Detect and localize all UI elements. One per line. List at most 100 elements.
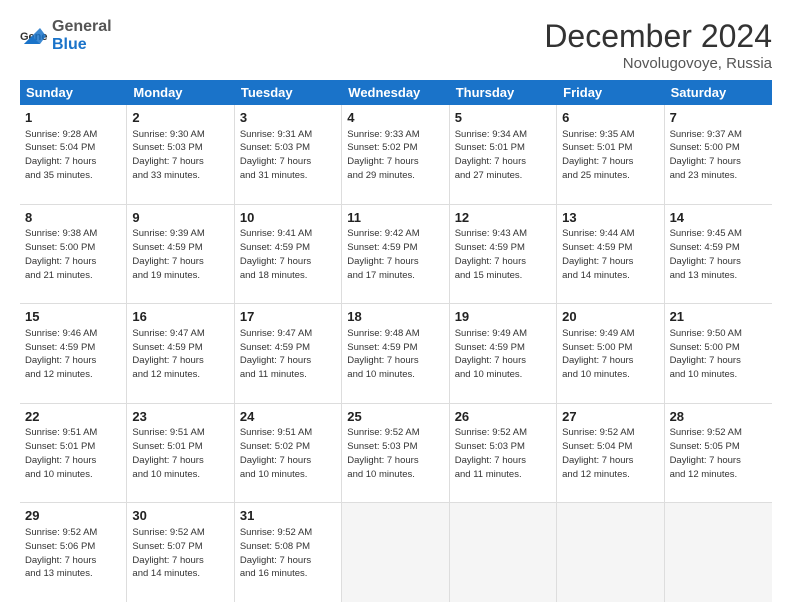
day-number: 26: [455, 408, 551, 426]
calendar-cell: 5 Sunrise: 9:34 AMSunset: 5:01 PMDaylight…: [450, 105, 557, 204]
cell-info: Sunrise: 9:41 AMSunset: 4:59 PMDaylight:…: [240, 228, 312, 280]
calendar-week-row: 8Sunrise: 9:38 AMSunset: 5:00 PMDaylight…: [20, 205, 772, 305]
calendar: SundayMondayTuesdayWednesdayThursdayFrid…: [20, 80, 772, 602]
calendar-day-header: Thursday: [450, 80, 557, 105]
day-number: 22: [25, 408, 121, 426]
calendar-cell: 4 Sunrise: 9:33 AMSunset: 5:02 PMDaylight…: [342, 105, 449, 204]
cell-info: Sunrise: 9:38 AMSunset: 5:00 PMDaylight:…: [25, 228, 97, 280]
calendar-cell: 10Sunrise: 9:41 AMSunset: 4:59 PMDayligh…: [235, 205, 342, 304]
cell-info: Sunrise: 9:46 AMSunset: 4:59 PMDaylight:…: [25, 328, 97, 380]
calendar-cell: 7 Sunrise: 9:37 AMSunset: 5:00 PMDaylight…: [665, 105, 772, 204]
calendar-cell: 18Sunrise: 9:48 AMSunset: 4:59 PMDayligh…: [342, 304, 449, 403]
cell-info: Sunrise: 9:34 AMSunset: 5:01 PMDaylight:…: [455, 129, 527, 181]
cell-info: Sunrise: 9:48 AMSunset: 4:59 PMDaylight:…: [347, 328, 419, 380]
day-number: 23: [132, 408, 228, 426]
calendar-day-header: Wednesday: [342, 80, 449, 105]
calendar-cell: 1Sunrise: 9:28 AMSunset: 5:04 PMDaylight…: [20, 105, 127, 204]
logo-icon: General: [20, 22, 48, 50]
calendar-cell: 6Sunrise: 9:35 AMSunset: 5:01 PMDaylight…: [557, 105, 664, 204]
calendar-cell: 13Sunrise: 9:44 AMSunset: 4:59 PMDayligh…: [557, 205, 664, 304]
calendar-cell: 25Sunrise: 9:52 AMSunset: 5:03 PMDayligh…: [342, 404, 449, 503]
calendar-cell: 9Sunrise: 9:39 AMSunset: 4:59 PMDaylight…: [127, 205, 234, 304]
day-number: 7: [670, 109, 767, 127]
cell-info: Sunrise: 9:33 AMSunset: 5:02 PMDaylight:…: [347, 129, 419, 181]
cell-info: Sunrise: 9:52 AMSunset: 5:05 PMDaylight:…: [670, 427, 742, 479]
day-number: 19: [455, 308, 551, 326]
day-number: 2: [132, 109, 228, 127]
calendar-cell: 24Sunrise: 9:51 AMSunset: 5:02 PMDayligh…: [235, 404, 342, 503]
cell-info: Sunrise: 9:45 AMSunset: 4:59 PMDaylight:…: [670, 228, 742, 280]
logo-text: General Blue: [52, 18, 112, 53]
cell-info: Sunrise: 9:31 AMSunset: 5:03 PMDaylight:…: [240, 129, 312, 181]
title-block: December 2024 Novolugovoye, Russia: [544, 18, 772, 72]
cell-info: Sunrise: 9:52 AMSunset: 5:07 PMDaylight:…: [132, 527, 204, 579]
cell-info: Sunrise: 9:49 AMSunset: 5:00 PMDaylight:…: [562, 328, 634, 380]
calendar-cell: 15 Sunrise: 9:46 AMSunset: 4:59 PMDayligh…: [20, 304, 127, 403]
logo: General General Blue: [20, 18, 112, 53]
day-number: 15: [25, 308, 121, 326]
calendar-week-row: 29 Sunrise: 9:52 AMSunset: 5:06 PMDayligh…: [20, 503, 772, 602]
day-number: 13: [562, 209, 658, 227]
day-number: 8: [25, 209, 121, 227]
day-number: 9: [132, 209, 228, 227]
cell-info: Sunrise: 9:44 AMSunset: 4:59 PMDaylight:…: [562, 228, 634, 280]
calendar-day-header: Friday: [557, 80, 664, 105]
calendar-day-header: Sunday: [20, 80, 127, 105]
calendar-cell: 22Sunrise: 9:51 AMSunset: 5:01 PMDayligh…: [20, 404, 127, 503]
header: General General Blue December 2024 Novol…: [20, 18, 772, 72]
day-number: 30: [132, 507, 228, 525]
calendar-cell: [665, 503, 772, 602]
calendar-cell: 29 Sunrise: 9:52 AMSunset: 5:06 PMDayligh…: [20, 503, 127, 602]
cell-info: Sunrise: 9:49 AMSunset: 4:59 PMDaylight:…: [455, 328, 527, 380]
calendar-day-header: Monday: [127, 80, 234, 105]
calendar-cell: 14Sunrise: 9:45 AMSunset: 4:59 PMDayligh…: [665, 205, 772, 304]
day-number: 1: [25, 109, 121, 127]
cell-info: Sunrise: 9:35 AMSunset: 5:01 PMDaylight:…: [562, 129, 634, 181]
day-number: 3: [240, 109, 336, 127]
day-number: 27: [562, 408, 658, 426]
calendar-body: 1Sunrise: 9:28 AMSunset: 5:04 PMDaylight…: [20, 105, 772, 602]
day-number: 12: [455, 209, 551, 227]
calendar-cell: [342, 503, 449, 602]
day-number: 5: [455, 109, 551, 127]
calendar-cell: 27Sunrise: 9:52 AMSunset: 5:04 PMDayligh…: [557, 404, 664, 503]
calendar-cell: 11Sunrise: 9:42 AMSunset: 4:59 PMDayligh…: [342, 205, 449, 304]
day-number: 29: [25, 507, 121, 525]
cell-info: Sunrise: 9:52 AMSunset: 5:04 PMDaylight:…: [562, 427, 634, 479]
cell-info: Sunrise: 9:52 AMSunset: 5:06 PMDaylight:…: [25, 527, 97, 579]
cell-info: Sunrise: 9:47 AMSunset: 4:59 PMDaylight:…: [132, 328, 204, 380]
cell-info: Sunrise: 9:30 AMSunset: 5:03 PMDaylight:…: [132, 129, 204, 181]
calendar-cell: 8Sunrise: 9:38 AMSunset: 5:00 PMDaylight…: [20, 205, 127, 304]
cell-info: Sunrise: 9:43 AMSunset: 4:59 PMDaylight:…: [455, 228, 527, 280]
day-number: 11: [347, 209, 443, 227]
calendar-cell: 30 Sunrise: 9:52 AMSunset: 5:07 PMDayligh…: [127, 503, 234, 602]
cell-info: Sunrise: 9:47 AMSunset: 4:59 PMDaylight:…: [240, 328, 312, 380]
day-number: 20: [562, 308, 658, 326]
calendar-cell: 12Sunrise: 9:43 AMSunset: 4:59 PMDayligh…: [450, 205, 557, 304]
day-number: 10: [240, 209, 336, 227]
cell-info: Sunrise: 9:37 AMSunset: 5:00 PMDaylight:…: [670, 129, 742, 181]
calendar-day-header: Tuesday: [235, 80, 342, 105]
location: Novolugovoye, Russia: [544, 55, 772, 72]
page: General General Blue December 2024 Novol…: [0, 0, 792, 612]
calendar-cell: 26Sunrise: 9:52 AMSunset: 5:03 PMDayligh…: [450, 404, 557, 503]
calendar-cell: 19 Sunrise: 9:49 AMSunset: 4:59 PMDayligh…: [450, 304, 557, 403]
calendar-day-header: Saturday: [665, 80, 772, 105]
calendar-cell: 28Sunrise: 9:52 AMSunset: 5:05 PMDayligh…: [665, 404, 772, 503]
calendar-cell: 3 Sunrise: 9:31 AMSunset: 5:03 PMDaylight…: [235, 105, 342, 204]
cell-info: Sunrise: 9:51 AMSunset: 5:02 PMDaylight:…: [240, 427, 312, 479]
cell-info: Sunrise: 9:52 AMSunset: 5:08 PMDaylight:…: [240, 527, 312, 579]
day-number: 28: [670, 408, 767, 426]
calendar-cell: 20 Sunrise: 9:49 AMSunset: 5:00 PMDayligh…: [557, 304, 664, 403]
cell-info: Sunrise: 9:51 AMSunset: 5:01 PMDaylight:…: [25, 427, 97, 479]
calendar-cell: 21Sunrise: 9:50 AMSunset: 5:00 PMDayligh…: [665, 304, 772, 403]
calendar-cell: [557, 503, 664, 602]
calendar-week-row: 22Sunrise: 9:51 AMSunset: 5:01 PMDayligh…: [20, 404, 772, 504]
calendar-cell: 2 Sunrise: 9:30 AMSunset: 5:03 PMDaylight…: [127, 105, 234, 204]
day-number: 4: [347, 109, 443, 127]
day-number: 25: [347, 408, 443, 426]
cell-info: Sunrise: 9:39 AMSunset: 4:59 PMDaylight:…: [132, 228, 204, 280]
month-title: December 2024: [544, 18, 772, 55]
calendar-week-row: 15 Sunrise: 9:46 AMSunset: 4:59 PMDayligh…: [20, 304, 772, 404]
calendar-cell: 17Sunrise: 9:47 AMSunset: 4:59 PMDayligh…: [235, 304, 342, 403]
